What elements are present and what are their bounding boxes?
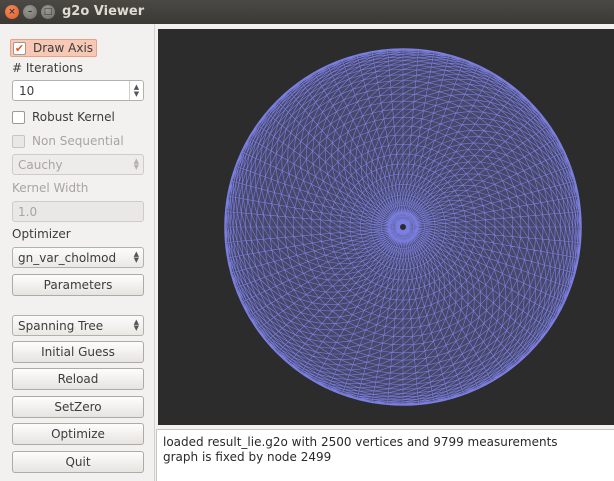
quit-button[interactable]: Quit xyxy=(12,451,144,473)
set-zero-button[interactable]: SetZero xyxy=(12,396,144,418)
reload-button[interactable]: Reload xyxy=(12,368,144,390)
log-line: loaded result_lie.g2o with 2500 vertices… xyxy=(163,435,558,449)
checkbox-icon xyxy=(12,110,25,124)
window-title: g2o Viewer xyxy=(62,4,145,19)
draw-axis-label: Draw Axis xyxy=(33,41,94,55)
kernel-type-value: Cauchy xyxy=(18,158,63,172)
maximize-icon[interactable]: □ xyxy=(41,5,55,19)
close-icon[interactable]: × xyxy=(5,5,19,19)
checkmark-icon: ✔ xyxy=(13,41,26,55)
iterations-spinbox[interactable]: 10 ▲ ▼ xyxy=(12,80,144,101)
initial-guess-button[interactable]: Initial Guess xyxy=(12,341,144,363)
kernel-type-select[interactable]: Cauchy ▲ ▼ xyxy=(12,154,144,175)
iterations-value: 10 xyxy=(19,84,35,98)
optimizer-label: Optimizer xyxy=(12,227,71,241)
dropdown-arrows-icon: ▲ ▼ xyxy=(133,250,139,264)
initialization-value: Spanning Tree xyxy=(18,319,104,333)
log-line: graph is fixed by node 2499 xyxy=(163,450,332,464)
fixed-node-marker xyxy=(400,224,406,230)
spinbox-arrows-icon[interactable]: ▲ ▼ xyxy=(129,81,143,100)
optimizer-select[interactable]: gn_var_cholmod ▲ ▼ xyxy=(12,247,144,268)
dropdown-arrows-icon: ▲ ▼ xyxy=(133,318,139,332)
non-sequential-checkbox[interactable]: Non Sequential xyxy=(12,132,124,150)
title-bar: × – □ g2o Viewer xyxy=(0,0,614,24)
iterations-label: # Iterations xyxy=(12,61,84,75)
non-sequential-label: Non Sequential xyxy=(32,134,124,148)
draw-axis-checkbox[interactable]: ✔ Draw Axis xyxy=(10,39,98,57)
pose-graph-sphere xyxy=(224,48,582,406)
robust-kernel-label: Robust Kernel xyxy=(32,110,115,124)
graph-viewer-canvas[interactable] xyxy=(158,29,614,425)
checkbox-icon xyxy=(12,134,25,148)
dropdown-arrows-icon: ▲ ▼ xyxy=(133,157,139,171)
optimize-button[interactable]: Optimize xyxy=(12,423,144,445)
robust-kernel-checkbox[interactable]: Robust Kernel xyxy=(12,108,115,126)
optimizer-value: gn_var_cholmod xyxy=(18,251,117,265)
kernel-width-value: 1.0 xyxy=(18,205,38,219)
parameters-button[interactable]: Parameters xyxy=(12,274,144,296)
log-panel: loaded result_lie.g2o with 2500 vertices… xyxy=(156,429,614,481)
kernel-width-label: Kernel Width xyxy=(12,181,89,195)
kernel-width-field[interactable]: 1.0 xyxy=(12,201,144,222)
sidebar: ✔ Draw Axis # Iterations 10 ▲ ▼ Robust Ke… xyxy=(0,24,155,481)
minimize-icon[interactable]: – xyxy=(23,5,37,19)
initialization-select[interactable]: Spanning Tree ▲ ▼ xyxy=(12,315,144,336)
